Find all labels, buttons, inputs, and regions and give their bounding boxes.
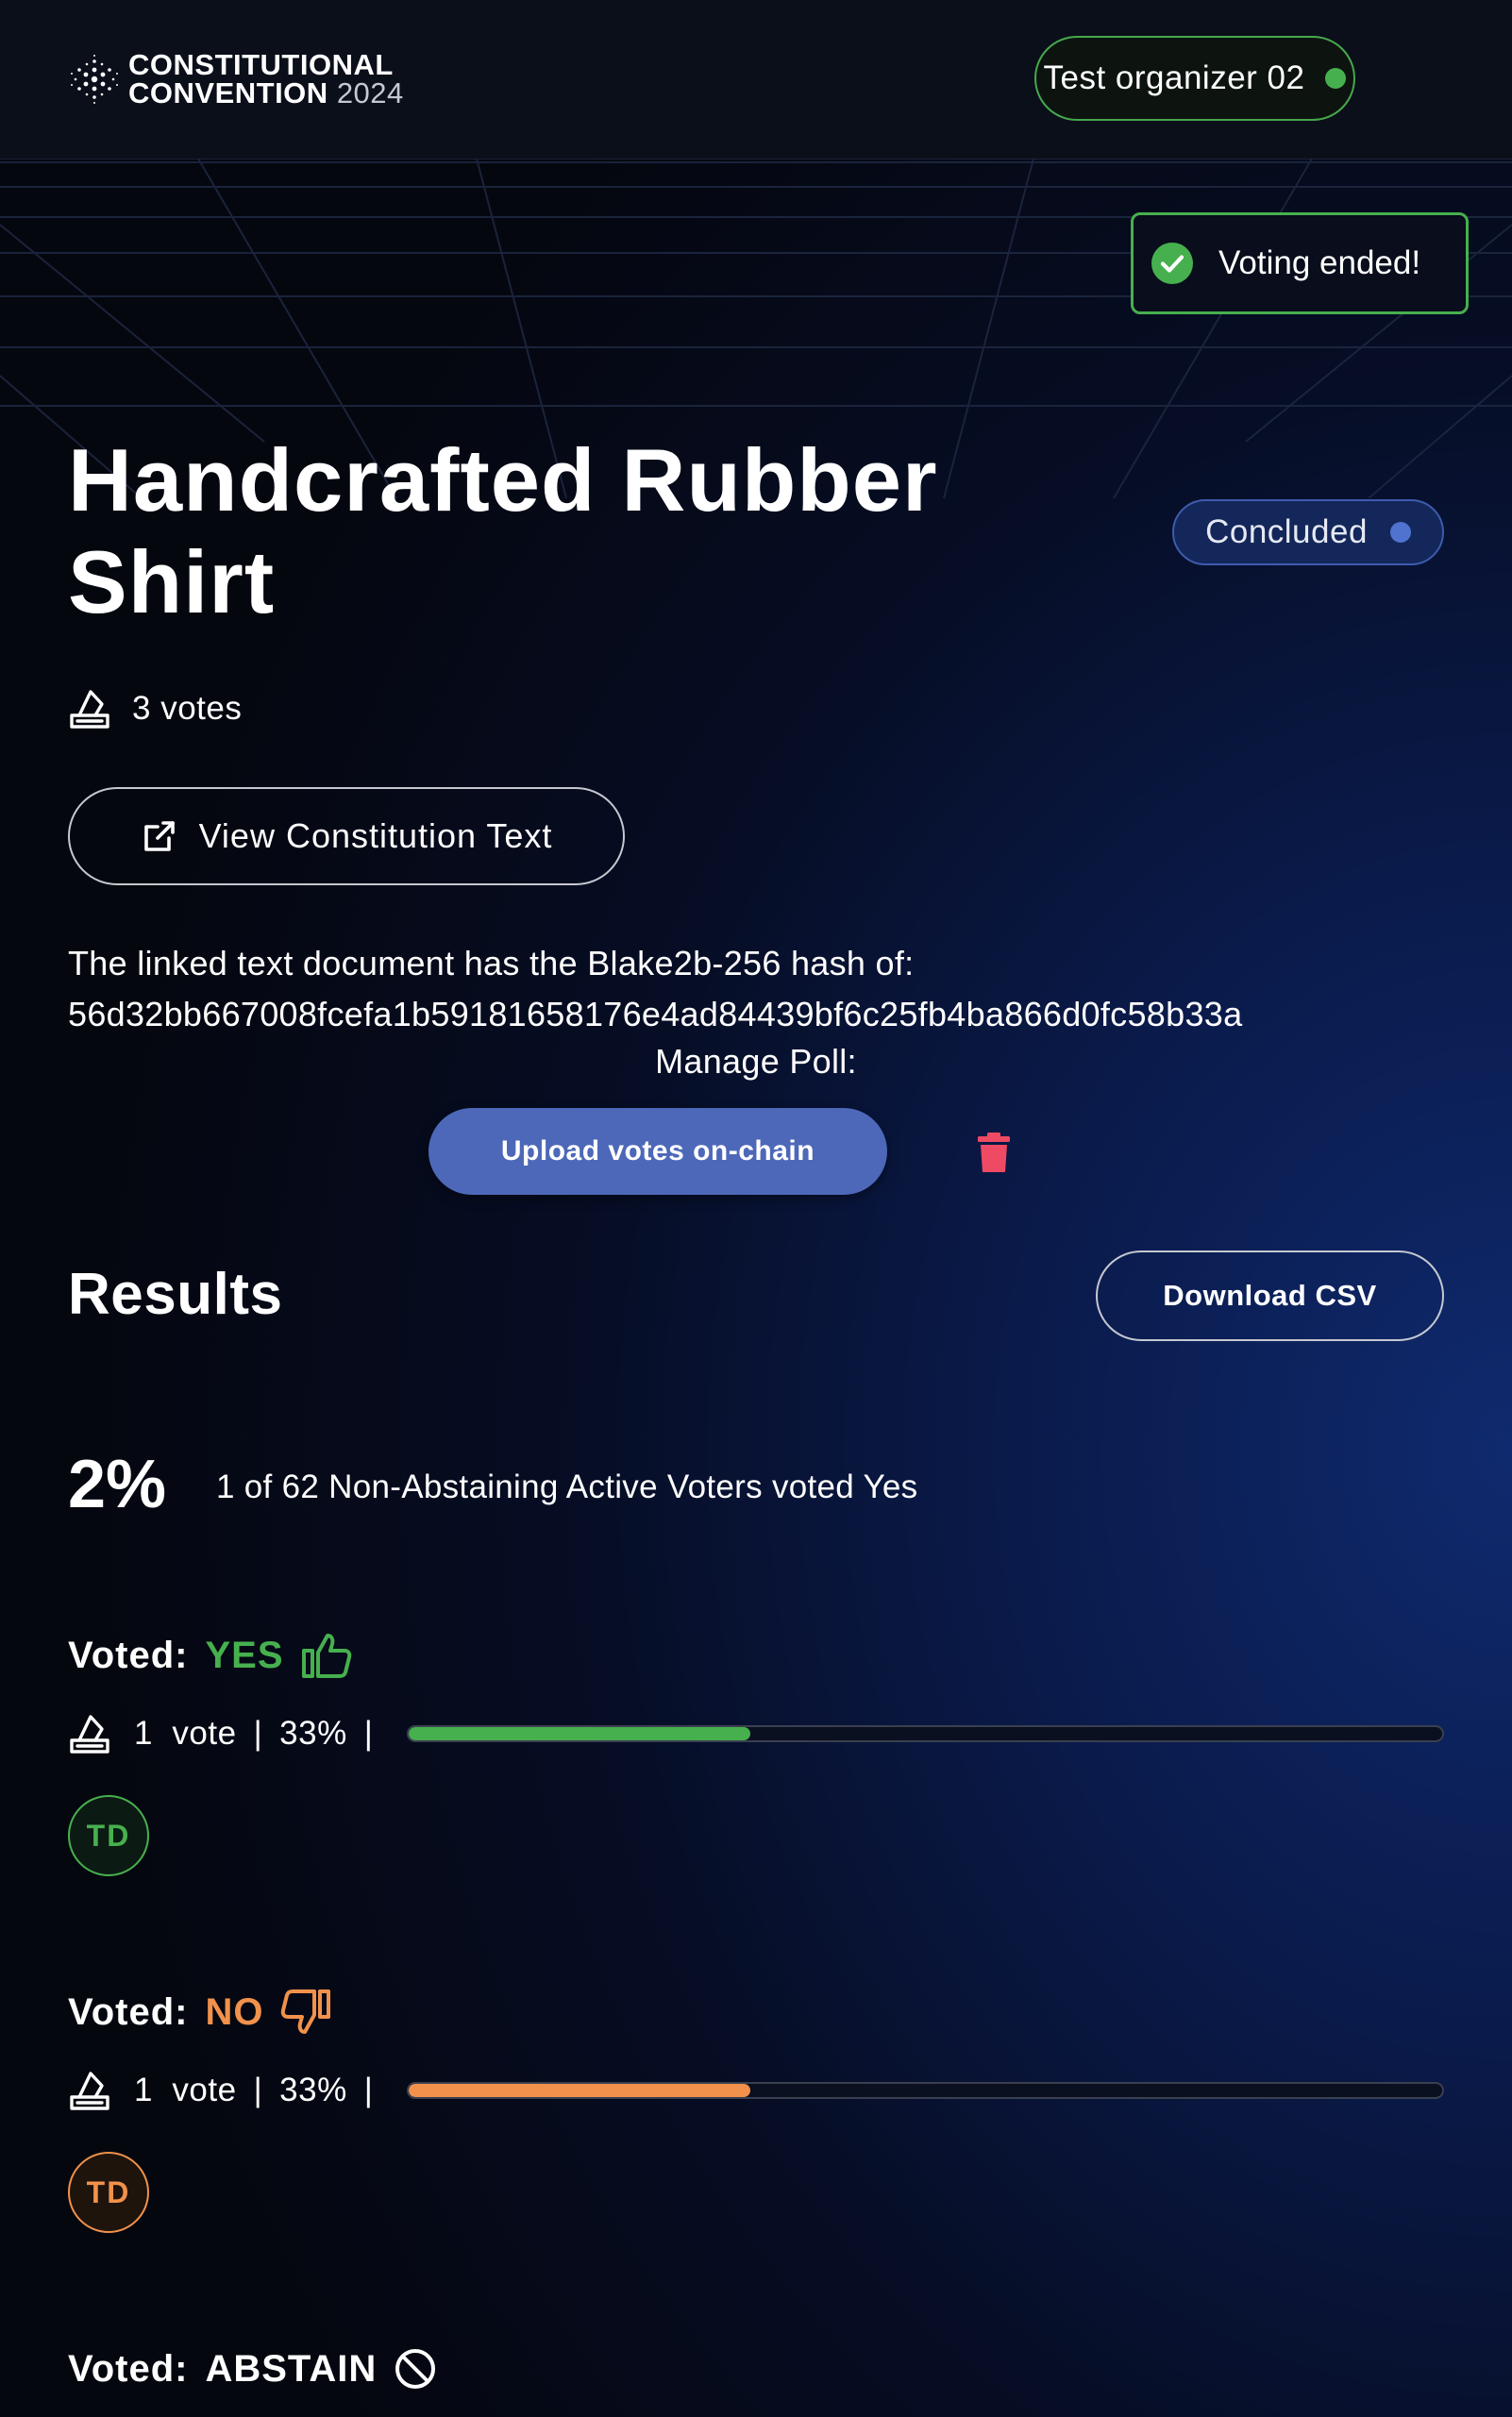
poll-status-badge: Concluded: [1172, 499, 1444, 565]
voted-yes-heading: Voted: YES: [68, 1627, 1444, 1684]
vote-choice-no: NO: [205, 1990, 264, 2033]
voted-abstain-heading: Voted: ABSTAIN: [68, 2341, 1444, 2397]
poll-status-dot: [1389, 522, 1411, 543]
ballot-box-icon: [70, 2072, 109, 2110]
no-stats: 1 vote | 33% |: [68, 2067, 1444, 2114]
results-heading: Results: [68, 1262, 283, 1327]
vote-section-yes: Voted: YES 1 vote | 33% | TD: [68, 1627, 1444, 1876]
no-vote-percent: 33%: [279, 2072, 347, 2108]
no-progress-fill: [409, 2084, 750, 2097]
view-constitution-text-label: View Constitution Text: [198, 816, 553, 855]
no-vote-count: 1: [134, 2072, 153, 2108]
vote-section-abstain: Voted: ABSTAIN: [68, 2341, 1444, 2397]
vote-choice-abstain: ABSTAIN: [205, 2347, 378, 2390]
no-vote-word: vote: [172, 2072, 237, 2108]
prohibited-icon: [395, 2349, 436, 2389]
voted-label: Voted:: [68, 1990, 189, 2033]
thumbs-down-icon: [281, 1989, 331, 2034]
voted-label: Voted:: [68, 2347, 189, 2390]
hash-value: 56d32bb667008fcefa1b59181658176e4ad84439…: [68, 995, 1243, 1033]
download-csv-button[interactable]: Download CSV: [1096, 1250, 1444, 1341]
separator: |: [253, 1715, 263, 1752]
vote-count-label: 3 votes: [132, 690, 243, 727]
top-header: CONSTITUTIONAL CONVENTION 2024 Test orga…: [0, 0, 1512, 159]
user-name: Test organizer 02: [1043, 59, 1305, 96]
view-constitution-text-button[interactable]: View Constitution Text: [68, 787, 625, 885]
yes-stats: 1 vote | 33% |: [68, 1710, 1444, 1757]
voter-avatar[interactable]: TD: [68, 2152, 149, 2233]
toast-message: Voting ended!: [1218, 244, 1421, 281]
no-progress-bar: [407, 2082, 1444, 2099]
voter-avatar[interactable]: TD: [68, 1795, 149, 1876]
logo-wordmark: CONSTITUTIONAL CONVENTION 2024: [128, 48, 404, 109]
thumbs-up-icon: [301, 1634, 351, 1678]
vote-section-no: Voted: NO 1 vote | 33% | TD: [68, 1984, 1444, 2233]
ballot-box-icon: [70, 1715, 109, 1754]
hash-intro: The linked text document has the Blake2b…: [68, 944, 915, 982]
yes-vote-word: vote: [172, 1715, 237, 1752]
separator: |: [363, 2072, 374, 2108]
logo-line-2-text: CONVENTION: [128, 76, 328, 109]
user-account-button[interactable]: Test organizer 02: [1034, 36, 1355, 121]
external-link-icon: [143, 821, 175, 851]
vote-choice-yes: YES: [205, 1634, 284, 1676]
yes-progress-bar: [407, 1725, 1444, 1742]
yes-percentage: 2%: [68, 1447, 167, 1522]
yes-vote-percent: 33%: [279, 1715, 347, 1752]
voted-no-heading: Voted: NO: [68, 1984, 1444, 2040]
separator: |: [363, 1715, 374, 1752]
poll-status-label: Concluded: [1205, 513, 1368, 550]
user-status-dot: [1325, 68, 1347, 89]
yes-summary-text: 1 of 62 Non-Abstaining Active Voters vot…: [216, 1469, 918, 1505]
constitutional-convention-logo[interactable]: CONSTITUTIONAL CONVENTION 2024: [68, 48, 404, 109]
yes-progress-fill: [409, 1727, 750, 1740]
trash-icon[interactable]: [976, 1131, 1012, 1174]
logo-year: 2024: [336, 76, 404, 109]
poll-title: Handcrafted Rubber Shirt: [68, 430, 938, 631]
voting-ended-toast: Voting ended!: [1131, 212, 1469, 314]
cardano-logo-icon: [71, 55, 118, 104]
upload-votes-button[interactable]: Upload votes on-chain: [428, 1108, 887, 1195]
separator: |: [253, 2072, 263, 2108]
voted-label: Voted:: [68, 1634, 189, 1676]
yes-vote-count: 1: [134, 1715, 153, 1752]
vote-count: 3 votes: [68, 687, 242, 730]
ballot-box-icon: [70, 690, 109, 729]
document-hash-info: The linked text document has the Blake2b…: [68, 938, 1242, 1040]
logo-line-2: CONVENTION 2024: [128, 76, 404, 109]
manage-poll-label: Manage Poll:: [655, 1042, 857, 1081]
logo-line-1: CONSTITUTIONAL: [128, 48, 394, 81]
check-circle-icon: [1151, 243, 1193, 284]
